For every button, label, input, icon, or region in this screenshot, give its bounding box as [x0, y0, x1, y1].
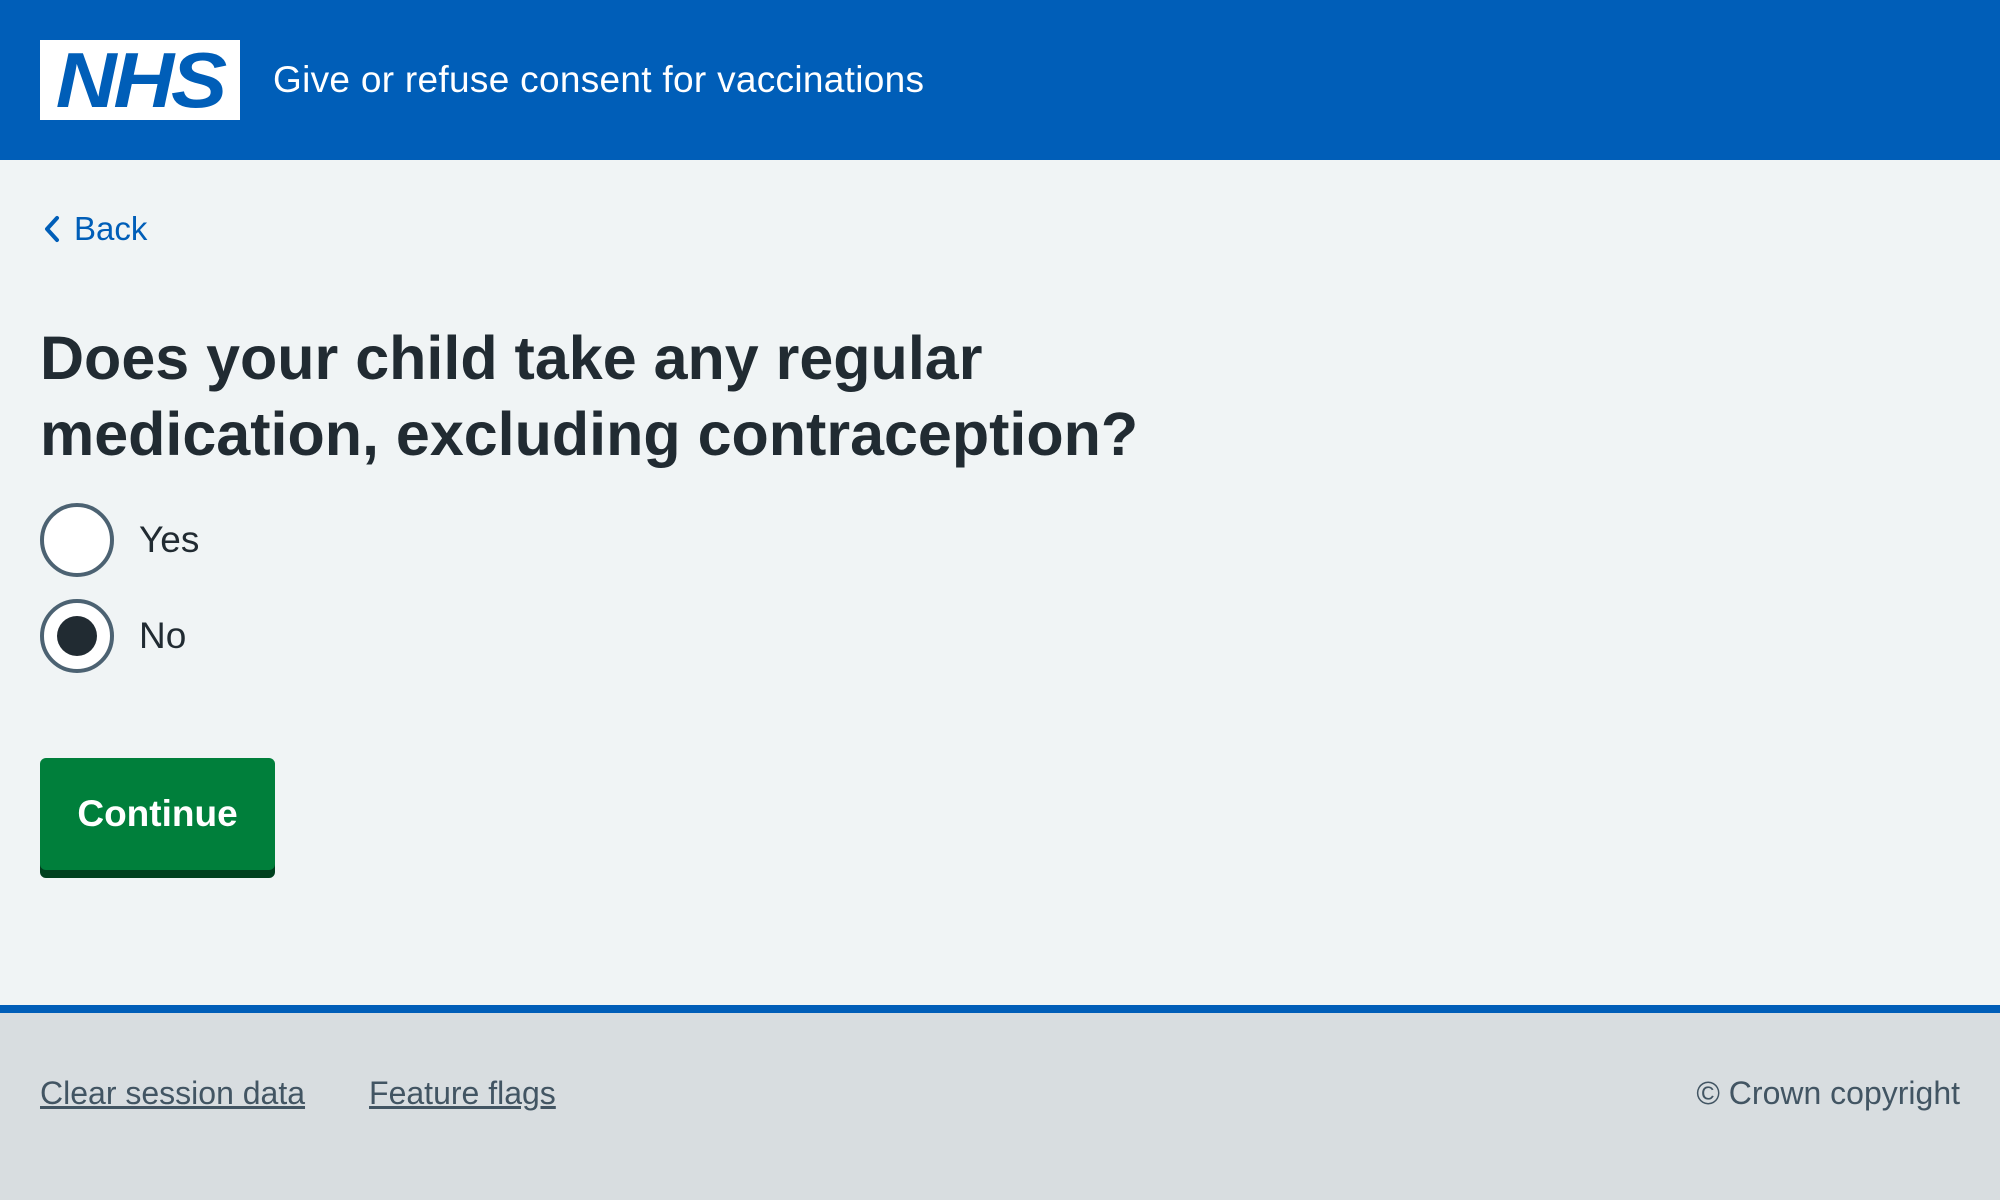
continue-button[interactable]: Continue: [40, 758, 275, 870]
feature-flags-link[interactable]: Feature flags: [369, 1075, 556, 1112]
radio-option-no[interactable]: No: [40, 596, 199, 676]
nhs-logo[interactable]: NHS: [40, 40, 240, 120]
site-footer: Clear session data Feature flags © Crown…: [0, 1005, 2000, 1200]
main-content: Back Does your child take any regular me…: [0, 160, 2000, 1005]
radio-label-yes[interactable]: Yes: [139, 519, 199, 561]
clear-session-data-link[interactable]: Clear session data: [40, 1075, 305, 1112]
site-header: NHS Give or refuse consent for vaccinati…: [0, 0, 2000, 160]
radio-label-no[interactable]: No: [139, 615, 186, 657]
question-heading: Does your child take any regular medicat…: [40, 324, 1139, 468]
copyright-text: © Crown copyright: [1696, 1075, 1960, 1111]
chevron-left-icon: [45, 216, 59, 242]
back-link-label: Back: [74, 210, 148, 247]
radio-option-yes[interactable]: Yes: [40, 500, 199, 580]
radio-group: Yes No: [40, 500, 199, 692]
nhs-logo-text: NHS: [55, 36, 227, 124]
radio-button-yes[interactable]: [40, 503, 114, 577]
footer-links: Clear session data Feature flags: [40, 1075, 620, 1112]
radio-selected-dot: [57, 616, 97, 656]
service-name[interactable]: Give or refuse consent for vaccinations: [273, 59, 924, 101]
back-link[interactable]: Back: [40, 210, 147, 248]
radio-button-no[interactable]: [40, 599, 114, 673]
